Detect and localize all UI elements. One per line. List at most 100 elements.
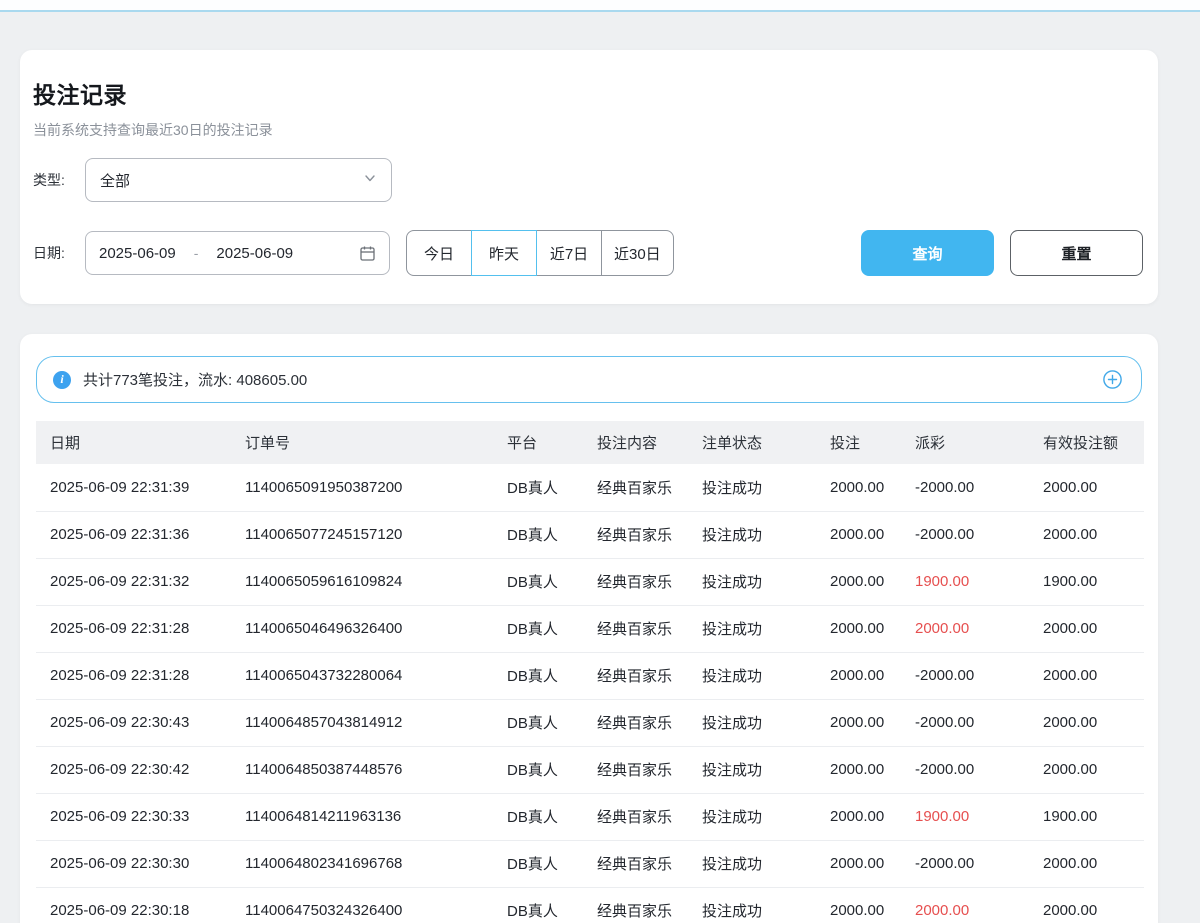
cell-order: 1140065046496326400 <box>231 605 493 652</box>
table-header-row: 日期 订单号 平台 投注内容 注单状态 投注 派彩 有效投注额 <box>36 421 1144 464</box>
cell-valid: 1900.00 <box>1029 558 1144 605</box>
cell-platform: DB真人 <box>493 511 583 558</box>
date-label: 日期: <box>33 243 85 263</box>
page-subtitle: 当前系统支持查询最近30日的投注记录 <box>33 120 1143 140</box>
cell-content: 经典百家乐 <box>583 511 688 558</box>
type-select[interactable]: 全部 <box>85 158 392 202</box>
cell-status: 投注成功 <box>688 887 816 923</box>
cell-date: 2025-06-09 22:30:42 <box>36 746 231 793</box>
cell-bet: 2000.00 <box>816 699 901 746</box>
cell-valid: 2000.00 <box>1029 605 1144 652</box>
quick-date-last30[interactable]: 近30日 <box>601 230 674 276</box>
col-header-content: 投注内容 <box>583 421 688 464</box>
cell-order: 1140065091950387200 <box>231 464 493 511</box>
chevron-down-icon <box>363 171 377 190</box>
cell-payout: 2000.00 <box>901 605 1029 652</box>
col-header-date: 日期 <box>36 421 231 464</box>
cell-valid: 2000.00 <box>1029 464 1144 511</box>
cell-order: 1140065043732280064 <box>231 652 493 699</box>
summary-text: 共计773笔投注，流水: 408605.00 <box>83 369 307 390</box>
cell-payout: 1900.00 <box>901 558 1029 605</box>
col-header-valid: 有效投注额 <box>1029 421 1144 464</box>
col-header-bet: 投注 <box>816 421 901 464</box>
cell-order: 1140065059616109824 <box>231 558 493 605</box>
cell-order: 1140064802341696768 <box>231 840 493 887</box>
cell-content: 经典百家乐 <box>583 840 688 887</box>
cell-bet: 2000.00 <box>816 793 901 840</box>
cell-bet: 2000.00 <box>816 605 901 652</box>
col-header-order: 订单号 <box>231 421 493 464</box>
cell-payout: -2000.00 <box>901 464 1029 511</box>
quick-date-last7[interactable]: 近7日 <box>536 230 602 276</box>
date-start-value: 2025-06-09 <box>99 245 176 262</box>
cell-content: 经典百家乐 <box>583 793 688 840</box>
cell-status: 投注成功 <box>688 605 816 652</box>
cell-bet: 2000.00 <box>816 464 901 511</box>
cell-payout: -2000.00 <box>901 699 1029 746</box>
reset-button[interactable]: 重置 <box>1010 230 1143 276</box>
date-filter-row: 日期: 2025-06-09 - 2025-06-09 今日 昨天 近7日 近3… <box>33 230 1143 276</box>
cell-bet: 2000.00 <box>816 840 901 887</box>
cell-valid: 2000.00 <box>1029 746 1144 793</box>
table-row: 2025-06-09 22:30:18 1140064750324326400 … <box>36 887 1144 923</box>
table-row: 2025-06-09 22:31:32 1140065059616109824 … <box>36 558 1144 605</box>
cell-payout: -2000.00 <box>901 652 1029 699</box>
cell-order: 1140064750324326400 <box>231 887 493 923</box>
cell-platform: DB真人 <box>493 840 583 887</box>
cell-content: 经典百家乐 <box>583 464 688 511</box>
date-end-value: 2025-06-09 <box>216 245 293 262</box>
cell-valid: 2000.00 <box>1029 511 1144 558</box>
cell-date: 2025-06-09 22:31:39 <box>36 464 231 511</box>
table-row: 2025-06-09 22:30:43 1140064857043814912 … <box>36 699 1144 746</box>
cell-date: 2025-06-09 22:31:28 <box>36 652 231 699</box>
type-filter-row: 类型: 全部 <box>33 158 1143 202</box>
cell-status: 投注成功 <box>688 746 816 793</box>
date-range-input[interactable]: 2025-06-09 - 2025-06-09 <box>85 231 390 275</box>
quick-date-yesterday[interactable]: 昨天 <box>471 230 537 276</box>
col-header-payout: 派彩 <box>901 421 1029 464</box>
type-label: 类型: <box>33 170 85 190</box>
cell-order: 1140065077245157120 <box>231 511 493 558</box>
cell-bet: 2000.00 <box>816 511 901 558</box>
cell-status: 投注成功 <box>688 699 816 746</box>
cell-order: 1140064857043814912 <box>231 699 493 746</box>
results-panel: i 共计773笔投注，流水: 408605.00 日期 订单号 平台 投注内容 … <box>20 334 1158 923</box>
cell-content: 经典百家乐 <box>583 699 688 746</box>
table-row: 2025-06-09 22:31:28 1140065046496326400 … <box>36 605 1144 652</box>
cell-bet: 2000.00 <box>816 558 901 605</box>
info-icon: i <box>53 371 71 389</box>
cell-platform: DB真人 <box>493 605 583 652</box>
cell-valid: 1900.00 <box>1029 793 1144 840</box>
col-header-platform: 平台 <box>493 421 583 464</box>
cell-content: 经典百家乐 <box>583 605 688 652</box>
type-select-value: 全部 <box>100 170 363 191</box>
cell-valid: 2000.00 <box>1029 887 1144 923</box>
cell-platform: DB真人 <box>493 887 583 923</box>
col-header-status: 注单状态 <box>688 421 816 464</box>
cell-order: 1140064850387448576 <box>231 746 493 793</box>
cell-content: 经典百家乐 <box>583 887 688 923</box>
cell-date: 2025-06-09 22:30:18 <box>36 887 231 923</box>
quick-date-today[interactable]: 今日 <box>406 230 472 276</box>
table-row: 2025-06-09 22:30:30 1140064802341696768 … <box>36 840 1144 887</box>
table-row: 2025-06-09 22:31:39 1140065091950387200 … <box>36 464 1144 511</box>
query-button[interactable]: 查询 <box>861 230 994 276</box>
page-title: 投注记录 <box>33 76 1143 110</box>
cell-bet: 2000.00 <box>816 887 901 923</box>
cell-content: 经典百家乐 <box>583 652 688 699</box>
cell-status: 投注成功 <box>688 511 816 558</box>
cell-bet: 2000.00 <box>816 652 901 699</box>
cell-payout: -2000.00 <box>901 746 1029 793</box>
calendar-icon <box>359 245 376 262</box>
cell-platform: DB真人 <box>493 746 583 793</box>
cell-status: 投注成功 <box>688 793 816 840</box>
cell-status: 投注成功 <box>688 652 816 699</box>
cell-valid: 2000.00 <box>1029 699 1144 746</box>
cell-valid: 2000.00 <box>1029 652 1144 699</box>
table-row: 2025-06-09 22:30:42 1140064850387448576 … <box>36 746 1144 793</box>
cell-content: 经典百家乐 <box>583 746 688 793</box>
circle-plus-icon[interactable] <box>1102 369 1123 390</box>
cell-date: 2025-06-09 22:31:36 <box>36 511 231 558</box>
cell-payout: -2000.00 <box>901 511 1029 558</box>
cell-platform: DB真人 <box>493 699 583 746</box>
